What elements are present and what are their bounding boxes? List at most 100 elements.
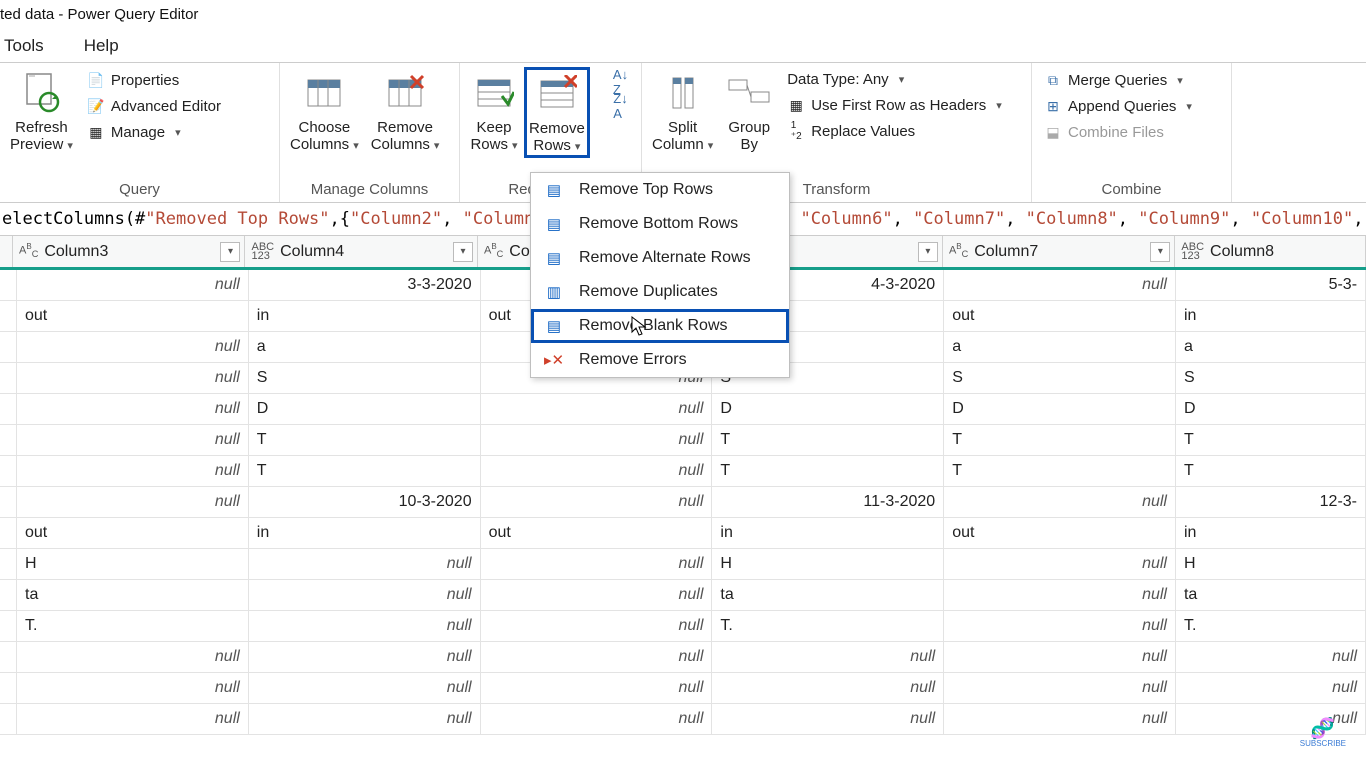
refresh-preview-button[interactable]: Refresh Preview — [4, 67, 79, 154]
table-cell[interactable] — [0, 332, 17, 362]
table-cell[interactable]: a — [249, 332, 481, 362]
table-row[interactable]: nullnullnullnullnullnull — [0, 673, 1366, 704]
append-queries-button[interactable]: ⊞ Append Queries — [1040, 95, 1196, 117]
table-cell[interactable]: 10-3-2020 — [249, 487, 481, 517]
table-row[interactable]: HnullnullHnullH — [0, 549, 1366, 580]
table-cell[interactable] — [0, 394, 17, 424]
table-cell[interactable]: null — [17, 332, 249, 362]
table-cell[interactable]: null — [1176, 673, 1366, 703]
merge-queries-button[interactable]: ⧉ Merge Queries — [1040, 69, 1196, 91]
table-cell[interactable]: null — [17, 363, 249, 393]
table-cell[interactable]: D — [249, 394, 481, 424]
table-cell[interactable]: S — [944, 363, 1176, 393]
menu-tools[interactable]: Tools — [4, 36, 44, 56]
table-cell[interactable]: T. — [1176, 611, 1366, 641]
table-cell[interactable]: null — [712, 642, 944, 672]
table-cell[interactable]: null — [944, 549, 1176, 579]
table-cell[interactable] — [0, 301, 17, 331]
table-cell[interactable]: null — [481, 487, 713, 517]
table-cell[interactable]: null — [17, 456, 249, 486]
table-cell[interactable]: null — [17, 673, 249, 703]
col-header-c4[interactable]: ABC123 Column4 ▾ — [245, 236, 477, 267]
table-cell[interactable]: D — [1176, 394, 1366, 424]
table-cell[interactable]: ta — [1176, 580, 1366, 610]
table-cell[interactable]: 11-3-2020 — [712, 487, 944, 517]
table-cell[interactable]: T. — [17, 611, 249, 641]
table-cell[interactable]: null — [481, 394, 713, 424]
table-cell[interactable]: in — [1176, 301, 1366, 331]
remove-bottom-rows-item[interactable]: ▤ Remove Bottom Rows — [531, 207, 789, 241]
table-cell[interactable]: null — [481, 580, 713, 610]
sort-asc-button[interactable]: A↓Z — [612, 73, 630, 91]
table-row[interactable]: tanullnulltanullta — [0, 580, 1366, 611]
table-row[interactable]: null10-3-2020null11-3-2020null12-3- — [0, 487, 1366, 518]
remove-rows-button[interactable]: Remove Rows — [524, 67, 590, 158]
table-cell[interactable]: null — [249, 673, 481, 703]
table-row[interactable]: nullTnullTTT — [0, 456, 1366, 487]
table-cell[interactable]: in — [1176, 518, 1366, 548]
table-cell[interactable]: T — [1176, 425, 1366, 455]
table-cell[interactable]: 3-3-2020 — [249, 270, 481, 300]
table-cell[interactable]: T — [712, 425, 944, 455]
table-row[interactable]: nullnullnullnullnullnull — [0, 642, 1366, 673]
table-cell[interactable]: null — [17, 394, 249, 424]
table-cell[interactable]: null — [944, 580, 1176, 610]
table-cell[interactable]: null — [481, 673, 713, 703]
menu-help[interactable]: Help — [84, 36, 119, 56]
table-cell[interactable]: a — [1176, 332, 1366, 362]
table-row[interactable]: nullDnullDDD — [0, 394, 1366, 425]
col-header-c8[interactable]: ABC123 Column8 — [1175, 236, 1366, 267]
table-cell[interactable]: T — [944, 456, 1176, 486]
keep-rows-button[interactable]: Keep Rows — [464, 67, 524, 154]
table-cell[interactable]: null — [481, 704, 713, 734]
properties-button[interactable]: 📄 Properties — [83, 69, 225, 91]
table-cell[interactable]: null — [481, 611, 713, 641]
table-cell[interactable]: out — [17, 301, 249, 331]
remove-alternate-rows-item[interactable]: ▤ Remove Alternate Rows — [531, 241, 789, 275]
table-cell[interactable]: null — [944, 704, 1176, 734]
combine-files-button[interactable]: ⬓ Combine Files — [1040, 121, 1196, 143]
filter-button-c6[interactable]: ▾ — [918, 242, 938, 262]
table-cell[interactable] — [0, 580, 17, 610]
split-column-button[interactable]: Split Column — [646, 67, 719, 154]
filter-button-c7[interactable]: ▾ — [1150, 242, 1170, 262]
table-cell[interactable]: null — [249, 549, 481, 579]
table-cell[interactable]: H — [1176, 549, 1366, 579]
choose-columns-button[interactable]: Choose Columns — [284, 67, 365, 154]
table-cell[interactable]: in — [712, 518, 944, 548]
table-cell[interactable] — [0, 611, 17, 641]
table-cell[interactable]: D — [712, 394, 944, 424]
table-cell[interactable]: null — [1176, 642, 1366, 672]
group-by-button[interactable]: Group By — [719, 67, 779, 154]
table-row[interactable]: T.nullnullT.nullT. — [0, 611, 1366, 642]
table-cell[interactable]: null — [712, 704, 944, 734]
table-cell[interactable]: null — [712, 673, 944, 703]
table-cell[interactable] — [0, 704, 17, 734]
replace-values-button[interactable]: 1⁺2 Replace Values — [783, 120, 1006, 142]
filter-button-c3[interactable]: ▾ — [220, 242, 240, 262]
filter-button-c4[interactable]: ▾ — [453, 242, 473, 262]
table-cell[interactable] — [0, 425, 17, 455]
table-cell[interactable]: S — [1176, 363, 1366, 393]
table-cell[interactable] — [0, 456, 17, 486]
table-cell[interactable]: 5-3- — [1176, 270, 1366, 300]
table-cell[interactable]: null — [17, 487, 249, 517]
table-cell[interactable]: null — [17, 704, 249, 734]
table-cell[interactable] — [0, 673, 17, 703]
table-cell[interactable]: null — [249, 704, 481, 734]
table-cell[interactable] — [0, 549, 17, 579]
manage-button[interactable]: ▦ Manage — [83, 121, 225, 143]
table-cell[interactable] — [0, 363, 17, 393]
table-cell[interactable]: out — [944, 518, 1176, 548]
table-cell[interactable]: null — [481, 425, 713, 455]
table-cell[interactable]: in — [249, 301, 481, 331]
col-header-c2[interactable] — [0, 236, 13, 267]
remove-top-rows-item[interactable]: ▤ Remove Top Rows — [531, 173, 789, 207]
table-cell[interactable]: T — [712, 456, 944, 486]
table-cell[interactable]: null — [481, 456, 713, 486]
table-cell[interactable]: H — [17, 549, 249, 579]
sort-desc-button[interactable]: Z↓A — [612, 97, 630, 115]
table-cell[interactable]: in — [249, 518, 481, 548]
table-cell[interactable]: null — [481, 549, 713, 579]
data-type-button[interactable]: Data Type: Any — [783, 69, 1006, 90]
